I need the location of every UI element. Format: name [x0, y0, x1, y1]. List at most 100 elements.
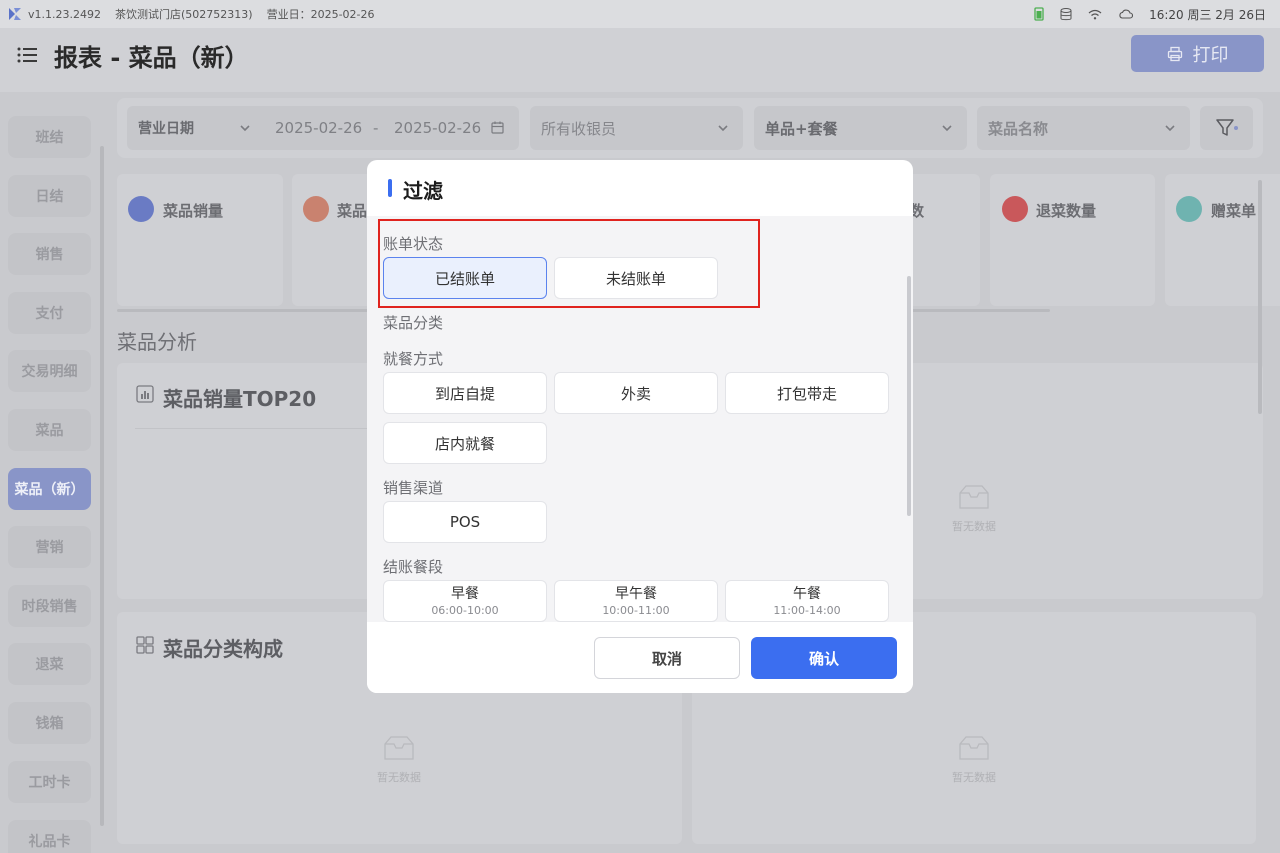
date-type-select[interactable]: 营业日期 — [138, 118, 194, 138]
print-button[interactable]: 打印 — [1131, 35, 1264, 72]
period-time: 10:00-11:00 — [602, 603, 670, 617]
sidebar-item-giftcard[interactable]: 礼品卡 — [8, 820, 91, 853]
period-time: 06:00-10:00 — [431, 603, 499, 617]
option-pos[interactable]: POS — [383, 501, 547, 543]
sidebar-item-period-sales[interactable]: 时段销售 — [8, 585, 91, 627]
metric-label: 菜品销量 — [163, 202, 224, 220]
date-start[interactable]: 2025-02-26 — [275, 119, 362, 137]
dialog-title: 过滤 — [403, 179, 443, 203]
metric-label: 菜品 — [337, 202, 368, 220]
cashier-select[interactable]: 所有收银员 — [530, 106, 743, 150]
date-range-filter[interactable]: 营业日期 2025-02-26 - 2025-02-26 — [127, 106, 519, 150]
dialog-scrollbar[interactable] — [907, 276, 911, 516]
cancel-button[interactable]: 取消 — [594, 637, 740, 679]
bill-status-label: 账单状态 — [383, 235, 444, 253]
sidebar-item-timecard[interactable]: 工时卡 — [8, 761, 91, 803]
wifi-icon — [1088, 9, 1102, 19]
store-name: 茶饮测试门店(502752313) — [115, 8, 253, 21]
sidebar-item-dishes[interactable]: 菜品 — [8, 409, 91, 451]
divider — [135, 428, 377, 429]
option-dine-in[interactable]: 店内就餐 — [383, 422, 547, 464]
metric-card: 菜品销量 — [117, 174, 283, 306]
confirm-button[interactable]: 确认 — [751, 637, 897, 679]
item-type-select[interactable]: 单品+套餐 — [754, 106, 967, 150]
metric-card: 数 — [905, 174, 980, 306]
option-delivery[interactable]: 外卖 — [554, 372, 718, 414]
gift-dish-icon — [1176, 196, 1202, 222]
sales-channel-label: 销售渠道 — [383, 479, 444, 497]
dialog-header: 过滤 — [367, 160, 913, 216]
empty-text: 暂无数据 — [952, 520, 996, 533]
sidebar-scrollbar[interactable] — [100, 146, 104, 826]
return-dish-icon — [1002, 196, 1028, 222]
cloud-icon — [1119, 9, 1134, 19]
chart-icon — [136, 385, 154, 403]
option-breakfast[interactable]: 早餐 06:00-10:00 — [383, 580, 547, 622]
option-takeaway[interactable]: 打包带走 — [725, 372, 889, 414]
option-lunch[interactable]: 午餐 11:00-14:00 — [725, 580, 889, 622]
top20-title: 菜品销量TOP20 — [163, 387, 317, 411]
option-open-bills[interactable]: 未结账单 — [554, 257, 718, 299]
item-type-value: 单品+套餐 — [765, 119, 838, 138]
filter-button[interactable] — [1200, 106, 1253, 150]
empty-text: 暂无数据 — [952, 771, 996, 784]
empty-box-icon — [959, 736, 989, 760]
filter-bar: 营业日期 2025-02-26 - 2025-02-26 所有收银员 单品+套餐… — [117, 98, 1263, 158]
wallet-icon — [303, 196, 329, 222]
analysis-title: 菜品分析 — [117, 330, 197, 354]
filter-dialog: 过滤 账单状态 已结账单 未结账单 菜品分类 就餐方式 到店自提 外卖 打包带走… — [367, 160, 913, 693]
option-pickup[interactable]: 到店自提 — [383, 372, 547, 414]
date-end[interactable]: 2025-02-26 — [394, 119, 481, 137]
status-bar: v1.1.23.2492 茶饮测试门店(502752313) 营业日：2025-… — [0, 0, 1280, 28]
metric-label: 退菜数量 — [1036, 202, 1097, 220]
chevron-down-icon — [240, 125, 250, 132]
meal-period-label: 结账餐段 — [383, 558, 444, 576]
empty-box-icon — [959, 485, 989, 509]
chevron-down-icon — [942, 125, 952, 132]
item-name-select[interactable]: 菜品名称 — [977, 106, 1190, 150]
chevron-down-icon — [1165, 125, 1175, 132]
sidebar-item-sales[interactable]: 销售 — [8, 233, 91, 275]
cashier-value: 所有收银员 — [541, 119, 617, 138]
sidebar-item-daily[interactable]: 日结 — [8, 175, 91, 217]
dining-mode-label: 就餐方式 — [383, 350, 444, 368]
sidebar-item-transactions[interactable]: 交易明细 — [8, 350, 91, 392]
title-accent-bar — [388, 179, 392, 197]
sidebar-item-returns[interactable]: 退菜 — [8, 643, 91, 685]
empty-box-icon — [384, 736, 414, 760]
top20-panel-right: 暂无数据 — [905, 363, 1263, 599]
sidebar-item-payment[interactable]: 支付 — [8, 292, 91, 334]
sidebar-item-marketing[interactable]: 营销 — [8, 526, 91, 568]
metric-card: 赠菜单 — [1165, 174, 1280, 306]
sidebar: 班结 日结 销售 支付 交易明细 菜品 菜品（新） 营销 时段销售 退菜 钱箱 … — [0, 98, 104, 853]
sidebar-item-cashbox[interactable]: 钱箱 — [8, 702, 91, 744]
category-title: 菜品分类构成 — [163, 637, 283, 661]
bar-chart-icon — [128, 196, 154, 222]
metric-label: 赠菜单 — [1211, 202, 1257, 220]
sidebar-item-shift[interactable]: 班结 — [8, 116, 91, 158]
dish-category-label: 菜品分类 — [383, 314, 444, 332]
dialog-footer: 取消 确认 — [367, 622, 913, 693]
grid-icon — [136, 636, 154, 654]
empty-text: 暂无数据 — [377, 771, 421, 784]
period-name: 早餐 — [451, 585, 479, 602]
filter-icon — [1215, 119, 1238, 136]
period-name: 早午餐 — [615, 585, 657, 602]
top20-panel: 菜品销量TOP20 — [117, 363, 377, 599]
app-logo-icon — [9, 8, 21, 20]
clock: 16:20 周三 2月 26日 — [1149, 7, 1266, 22]
option-settled-bills[interactable]: 已结账单 — [383, 257, 547, 299]
page-title: 报表 - 菜品（新） — [54, 44, 249, 72]
option-brunch[interactable]: 早午餐 10:00-11:00 — [554, 580, 718, 622]
sidebar-item-dishes-new[interactable]: 菜品（新） — [8, 468, 91, 510]
item-name-value: 菜品名称 — [988, 119, 1049, 138]
main-scrollbar[interactable] — [1258, 180, 1262, 414]
printer-icon — [1167, 46, 1182, 61]
metric-card: 菜品 — [292, 174, 372, 306]
menu-icon[interactable] — [16, 44, 38, 66]
print-label: 打印 — [1192, 44, 1229, 66]
date-separator: - — [373, 119, 379, 137]
chevron-down-icon — [718, 125, 728, 132]
business-day: 营业日：2025-02-26 — [266, 8, 375, 21]
database-icon — [1060, 7, 1072, 20]
